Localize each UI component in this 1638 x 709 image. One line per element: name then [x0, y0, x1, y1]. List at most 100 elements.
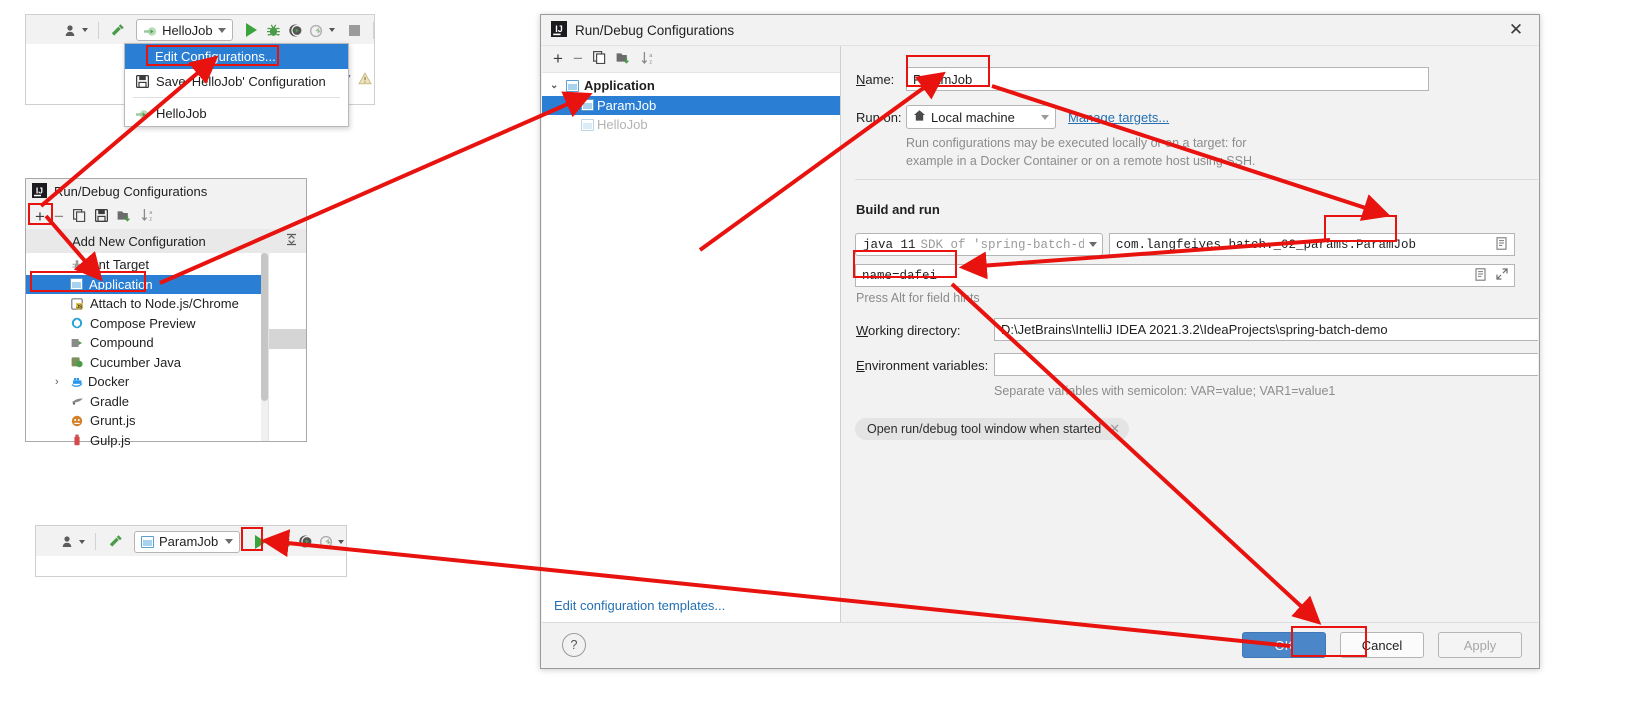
warning-triangle-icon	[358, 72, 372, 88]
add-new-configuration-header: Add New Configuration	[26, 229, 306, 253]
ok-button[interactable]: OK	[1242, 632, 1326, 658]
cancel-button[interactable]: Cancel	[1340, 632, 1424, 658]
manage-targets-link[interactable]: Manage targets...	[1068, 110, 1169, 125]
name-input[interactable]: ParamJob	[906, 67, 1429, 91]
move-into-folder-icon[interactable]	[117, 209, 132, 225]
sort-alphabetically-icon[interactable]: az	[641, 51, 656, 68]
run-on-hint-line2: example in a Docker Container or on a re…	[906, 154, 1256, 168]
run-with-coverage-icon[interactable]	[284, 18, 305, 42]
svg-text:a: a	[149, 210, 153, 216]
configurations-tree: ⌄ Application ParamJob HelloJob	[542, 73, 840, 135]
run-debug-configurations-dialog: IJ Run/Debug Configurations ✕ + − az ⌄ A…	[540, 14, 1540, 669]
option-chip-open-run-window[interactable]: Open run/debug tool window when started …	[855, 418, 1130, 440]
profiler-icon[interactable]	[306, 18, 327, 42]
edit-configuration-templates-link[interactable]: Edit configuration templates...	[554, 598, 725, 613]
macro-icon[interactable]	[1475, 267, 1487, 284]
hammer-icon[interactable]	[103, 530, 127, 554]
menu-separator	[133, 97, 340, 98]
close-icon[interactable]: ✕	[1503, 19, 1529, 41]
move-into-folder-icon[interactable]	[616, 51, 631, 67]
stop-icon[interactable]	[343, 18, 366, 42]
run-configuration-selector[interactable]: HelloJob	[136, 19, 234, 41]
working-directory-input[interactable]: D:\JetBrains\IntelliJ IDEA 2021.3.2\Idea…	[994, 318, 1538, 341]
apply-button: Apply	[1438, 632, 1522, 658]
list-scrollbar[interactable]	[261, 253, 268, 441]
close-small-icon[interactable]: ✕	[1109, 421, 1120, 437]
debug-icon[interactable]	[263, 18, 284, 42]
tree-node-label: HelloJob	[597, 117, 648, 133]
menu-item-hellojob[interactable]: HelloJob	[125, 101, 348, 126]
tree-node-paramjob[interactable]: ParamJob	[542, 95, 840, 115]
environment-variables-label: Environment variables:	[856, 358, 989, 373]
run-with-coverage-icon[interactable]	[294, 530, 316, 554]
ant-icon	[70, 259, 84, 271]
tree-node-hellojob[interactable]: HelloJob	[542, 115, 840, 135]
toolbar-divider	[95, 533, 96, 550]
main-class-input[interactable]: com.langfeiyes.batch._02_params .ParamJob	[1109, 233, 1515, 256]
menu-item-edit-configurations[interactable]: Edit Configurations...	[125, 44, 348, 69]
field-hints-text: Press Alt for field hints	[856, 291, 980, 305]
list-item-label: Gradle	[90, 393, 130, 409]
main-class-expand-icon[interactable]	[1496, 236, 1508, 253]
menu-item-label: Edit Configurations...	[155, 49, 276, 64]
run-on-selector[interactable]: Local machine	[906, 105, 1056, 129]
hammer-icon[interactable]	[106, 18, 129, 42]
gulp-icon	[70, 434, 84, 446]
jre-selector[interactable]: java 11 SDK of 'spring-batch-demo	[855, 233, 1103, 256]
collapse-all-icon[interactable]	[285, 233, 298, 249]
chevron-down-icon[interactable]: ⌄	[550, 80, 561, 91]
copy-icon[interactable]	[72, 208, 86, 225]
expand-editor-icon[interactable]	[1496, 268, 1508, 283]
save-icon[interactable]	[94, 208, 108, 225]
grunt-icon	[70, 415, 84, 427]
chevron-right-icon[interactable]: ›	[55, 376, 66, 388]
compound-icon	[70, 337, 84, 349]
list-item-label: Application	[89, 276, 153, 292]
debug-icon[interactable]	[272, 530, 294, 554]
application-icon	[566, 79, 579, 92]
list-item-label: Compose Preview	[90, 315, 196, 331]
copy-icon[interactable]	[592, 51, 606, 67]
sort-alphabetically-icon[interactable]: az	[141, 208, 156, 225]
jre-version: java 11	[863, 237, 916, 252]
program-arguments-input[interactable]: name=dafei	[855, 264, 1515, 287]
tree-toolbar: + − az	[542, 46, 840, 73]
run-configuration-selector-bottom[interactable]: ParamJob	[134, 530, 240, 553]
working-directory-value: D:\JetBrains\IntelliJ IDEA 2021.3.2\Idea…	[1001, 322, 1388, 337]
main-class-prefix: com.langfeiyes.batch._02_params	[1116, 237, 1349, 252]
program-arguments-value: name=dafei	[862, 268, 938, 283]
configurations-tree-panel: + − az ⌄ Application ParamJob HelloJob E…	[542, 46, 841, 623]
add-icon[interactable]: +	[35, 208, 45, 225]
chevron-down-icon	[78, 539, 85, 544]
svg-text:IJ: IJ	[555, 24, 563, 34]
main-class-suffix: .ParamJob	[1348, 237, 1417, 252]
intellij-idea-icon: IJ	[551, 20, 567, 40]
dialog-title-bar: IJ Run/Debug Configurations ✕	[541, 15, 1539, 46]
user-icon[interactable]	[58, 530, 88, 554]
user-icon[interactable]	[62, 18, 91, 42]
application-icon	[581, 118, 594, 131]
menu-item-save-configuration[interactable]: Save 'HelloJob' Configuration	[125, 69, 348, 94]
run-config-icon	[135, 107, 149, 120]
list-item-label: Gulp.js	[90, 432, 131, 448]
list-item-label: Ant Target	[90, 257, 150, 273]
ide-top-toolbar: HelloJob	[25, 14, 375, 45]
save-icon	[135, 75, 149, 88]
remove-icon[interactable]: −	[54, 208, 64, 225]
popup-title: Run/Debug Configurations	[54, 184, 208, 199]
list-item-label: Grunt.js	[90, 413, 136, 429]
profiler-icon[interactable]	[316, 530, 336, 554]
working-directory-label: Working directory:	[856, 323, 961, 338]
chevron-down-icon[interactable]	[328, 28, 335, 32]
help-icon[interactable]: ?	[562, 633, 586, 657]
run-button[interactable]	[248, 530, 272, 554]
environment-variables-input[interactable]	[994, 353, 1538, 376]
scrollbar-thumb[interactable]	[261, 253, 268, 401]
remove-icon[interactable]: −	[573, 50, 583, 67]
add-icon[interactable]: +	[553, 50, 563, 67]
tree-node-application[interactable]: ⌄ Application	[542, 76, 840, 96]
application-icon	[70, 278, 83, 291]
docker-icon	[70, 376, 84, 388]
run-icon[interactable]	[240, 18, 263, 42]
chevron-down-icon[interactable]	[338, 539, 344, 544]
